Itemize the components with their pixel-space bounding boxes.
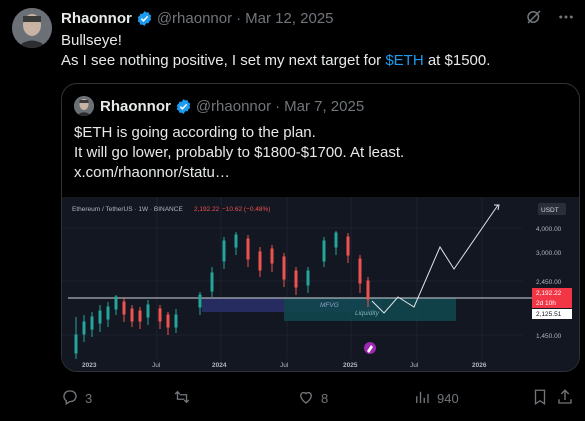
x-tick-2023: 2023: [82, 362, 97, 369]
post-date[interactable]: Mar 12, 2025: [245, 10, 333, 27]
candles: [74, 231, 370, 359]
quoted-post[interactable]: Rhaonnor @rhaonnor · Mar 7, 2025 $ETH is…: [61, 83, 580, 372]
quoted-header: Rhaonnor @rhaonnor · Mar 7, 2025: [74, 96, 364, 116]
views-count: 940: [437, 391, 459, 406]
quoted-link: x.com/rhaonnor/statu…: [74, 164, 230, 181]
views-button[interactable]: 940: [413, 388, 459, 409]
y-tick-2450: 2,450.00: [536, 279, 562, 286]
reply-button[interactable]: 3: [61, 388, 92, 409]
reply-count: 3: [85, 391, 93, 406]
quoted-author-avatar: [74, 96, 94, 116]
countdown-tag-label: 2d 10h: [536, 300, 556, 307]
chart-image[interactable]: Ethereum / TetherUS · 1W · BINANCE 2,192…: [62, 197, 579, 371]
share-button[interactable]: [556, 388, 580, 409]
action-bar: 3 8 940: [61, 388, 578, 410]
quoted-line-2: It will go lower, probably to $1800-$170…: [74, 144, 405, 161]
post-line-2: As I see nothing positive, I set my next…: [61, 51, 566, 71]
chart-header-label: Ethereum / TetherUS · 1W · BINANCE: [72, 206, 183, 213]
bookmark-button[interactable]: [531, 388, 555, 409]
author-avatar[interactable]: [12, 8, 52, 48]
share-icon: [556, 388, 580, 409]
heart-icon: [297, 388, 321, 409]
y-tick-1450: 1,450.00: [536, 333, 562, 340]
reply-icon: [61, 388, 85, 409]
currency-label: USDT: [541, 207, 559, 214]
grok-icon[interactable]: [525, 8, 543, 30]
x-tick-jul-2025: Jul: [410, 362, 419, 369]
x-tick-jul-2023: Jul: [152, 362, 161, 369]
post-text: Bullseye! As I see nothing positive, I s…: [61, 31, 566, 71]
post-line-1: Bullseye!: [61, 32, 122, 49]
chart-grid: [62, 197, 522, 359]
quoted-text: $ETH is going according to the plan. It …: [74, 123, 404, 183]
views-chart-icon: [413, 388, 437, 409]
y-axis: 4,000.00 3,000.00 2,450.00 1,450.00: [536, 226, 562, 340]
author-name[interactable]: Rhaonnor: [61, 10, 132, 27]
quoted-verified-badge-icon: [175, 98, 192, 115]
post-line-2-before: As I see nothing positive, I set my next…: [61, 52, 386, 69]
projection-path: [371, 204, 499, 314]
verified-badge-icon: [136, 10, 153, 27]
repost-icon: [173, 388, 197, 409]
quoted-separator-dot: ·: [275, 97, 281, 115]
quoted-author-name: Rhaonnor: [100, 97, 171, 115]
quoted-date: Mar 7, 2025: [284, 97, 365, 115]
x-tick-jul-2024: Jul: [280, 362, 289, 369]
x-tick-2025: 2025: [343, 362, 358, 369]
repost-button[interactable]: [173, 388, 197, 409]
separator-dot: ·: [236, 9, 242, 27]
x-tick-2024: 2024: [212, 362, 227, 369]
like-button[interactable]: 8: [297, 388, 328, 409]
like-count: 8: [321, 391, 329, 406]
x-axis: 2023 Jul 2024 Jul 2025 Jul 2026: [82, 362, 487, 369]
level-tag-label: 2,125.51: [536, 311, 562, 318]
eth-cashtag-link[interactable]: $ETH: [385, 52, 423, 69]
post-header: Rhaonnor @rhaonnor · Mar 12, 2025: [61, 8, 575, 28]
x-tick-2026: 2026: [472, 362, 487, 369]
chart-header-change: −10.62 (−0.48%): [222, 206, 270, 213]
quoted-line-1: $ETH is going according to the plan.: [74, 124, 316, 141]
more-options-icon[interactable]: [557, 8, 575, 30]
chart-header-price: 2,192.22: [194, 206, 220, 213]
author-handle[interactable]: @rhaonnor: [157, 10, 232, 27]
y-tick-3000: 3,000.00: [536, 250, 562, 257]
liquidity-label: Liquidity: [355, 310, 380, 317]
bookmark-icon: [531, 388, 555, 409]
y-tick-4000: 4,000.00: [536, 226, 562, 233]
quoted-author-handle: @rhaonnor: [195, 97, 272, 115]
post-line-2-after: at $1500.: [423, 52, 491, 69]
header-icons: [525, 8, 575, 30]
mfvg-label: MFVG: [320, 302, 339, 309]
price-tag-label: 2,192.22: [536, 290, 562, 297]
